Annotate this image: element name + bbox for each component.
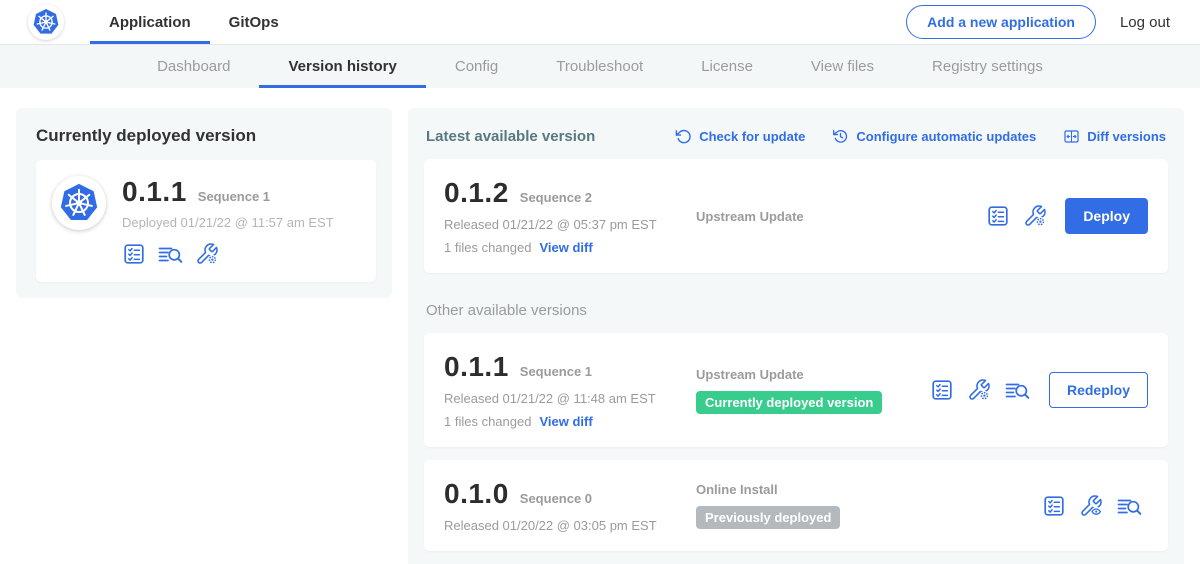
currently-deployed-panel: Currently deployed version 0.1.1 Sequenc…: [16, 108, 392, 298]
view-diff-link[interactable]: View diff: [539, 240, 592, 255]
diff-versions-link[interactable]: Diff versions: [1063, 128, 1166, 145]
main-content: Currently deployed version 0.1.1 Sequenc…: [0, 88, 1200, 564]
currently-deployed-badge: Currently deployed version: [696, 391, 882, 414]
deploy-logs-icon[interactable]: [157, 242, 184, 266]
deployed-timestamp: Deployed 01/21/22 @ 11:57 am EST: [122, 215, 334, 230]
deployed-sequence-label: Sequence 1: [198, 189, 270, 204]
tab-license[interactable]: License: [672, 45, 782, 88]
sequence-label: Sequence 2: [520, 190, 592, 205]
released-timestamp: Released 01/21/22 @ 05:37 pm EST: [444, 217, 696, 232]
config-wrench-eye-icon[interactable]: [1079, 494, 1103, 518]
deploy-button[interactable]: Deploy: [1065, 198, 1148, 234]
redeploy-button[interactable]: Redeploy: [1049, 372, 1148, 408]
app-header: Application GitOps Add a new application…: [0, 0, 1200, 45]
preflight-checklist-icon[interactable]: [1042, 494, 1066, 518]
version-source-label: Online Install: [696, 482, 1042, 497]
version-actions: Check for update Configure automatic upd…: [675, 128, 1166, 145]
check-for-update-link[interactable]: Check for update: [675, 128, 805, 145]
section-nav: Dashboard Version history Config Trouble…: [0, 45, 1200, 88]
app-tabs: Application GitOps: [90, 0, 298, 44]
configure-automatic-updates-link[interactable]: Configure automatic updates: [832, 128, 1036, 145]
preflight-checklist-icon[interactable]: [986, 204, 1010, 228]
config-wrench-gear-icon[interactable]: [195, 242, 219, 266]
preflight-checklist-icon[interactable]: [930, 378, 954, 402]
tab-version-history[interactable]: Version history: [259, 45, 425, 88]
tab-application[interactable]: Application: [90, 0, 210, 44]
released-timestamp: Released 01/20/22 @ 03:05 pm EST: [444, 518, 696, 533]
version-history-panel: Latest available version Check for updat…: [408, 108, 1184, 564]
other-versions-title: Other available versions: [424, 302, 1168, 319]
version-number: 0.1.2: [444, 177, 509, 209]
kubernetes-helm-icon: [57, 181, 101, 225]
diff-versions-icon: [1063, 128, 1080, 145]
config-wrench-gear-icon[interactable]: [1023, 204, 1047, 228]
tab-view-files[interactable]: View files: [782, 45, 903, 88]
app-logo: [52, 176, 106, 230]
files-changed-label: 1 files changed: [444, 240, 531, 255]
tab-registry-settings[interactable]: Registry settings: [903, 45, 1072, 88]
version-row-0-1-0: 0.1.0 Sequence 0 Released 01/20/22 @ 03:…: [424, 460, 1168, 551]
configure-automatic-updates-label: Configure automatic updates: [856, 129, 1036, 144]
previously-deployed-badge: Previously deployed: [696, 506, 840, 529]
deploy-logs-icon[interactable]: [1004, 378, 1031, 402]
refresh-icon: [675, 128, 692, 145]
schedule-update-icon: [832, 128, 849, 145]
check-for-update-label: Check for update: [699, 129, 805, 144]
logout-link[interactable]: Log out: [1120, 14, 1170, 31]
kubernetes-helm-icon: [31, 7, 61, 37]
deploy-logs-icon[interactable]: [1116, 494, 1143, 518]
files-changed-label: 1 files changed: [444, 414, 531, 429]
view-diff-link[interactable]: View diff: [539, 414, 592, 429]
sequence-label: Sequence 1: [520, 364, 592, 379]
deployed-version-card: 0.1.1 Sequence 1 Deployed 01/21/22 @ 11:…: [36, 160, 376, 282]
sequence-label: Sequence 0: [520, 491, 592, 506]
currently-deployed-title: Currently deployed version: [36, 126, 376, 146]
tab-dashboard[interactable]: Dashboard: [128, 45, 259, 88]
tab-troubleshoot[interactable]: Troubleshoot: [527, 45, 672, 88]
config-wrench-gear-icon[interactable]: [967, 378, 991, 402]
latest-version-title: Latest available version: [426, 128, 595, 145]
version-row-0-1-2: 0.1.2 Sequence 2 Released 01/21/22 @ 05:…: [424, 159, 1168, 273]
kubernetes-logo: [28, 4, 64, 40]
version-number: 0.1.1: [444, 351, 509, 383]
version-number: 0.1.0: [444, 478, 509, 510]
deployed-version-number: 0.1.1: [122, 176, 187, 208]
version-row-0-1-1: 0.1.1 Sequence 1 Released 01/21/22 @ 11:…: [424, 333, 1168, 447]
version-source-label: Upstream Update: [696, 209, 986, 224]
diff-versions-label: Diff versions: [1087, 129, 1166, 144]
tab-gitops[interactable]: GitOps: [210, 0, 298, 44]
add-application-button[interactable]: Add a new application: [906, 5, 1096, 39]
version-source-label: Upstream Update: [696, 367, 930, 382]
preflight-checklist-icon[interactable]: [122, 242, 146, 266]
released-timestamp: Released 01/21/22 @ 11:48 am EST: [444, 391, 696, 406]
tab-config[interactable]: Config: [426, 45, 527, 88]
